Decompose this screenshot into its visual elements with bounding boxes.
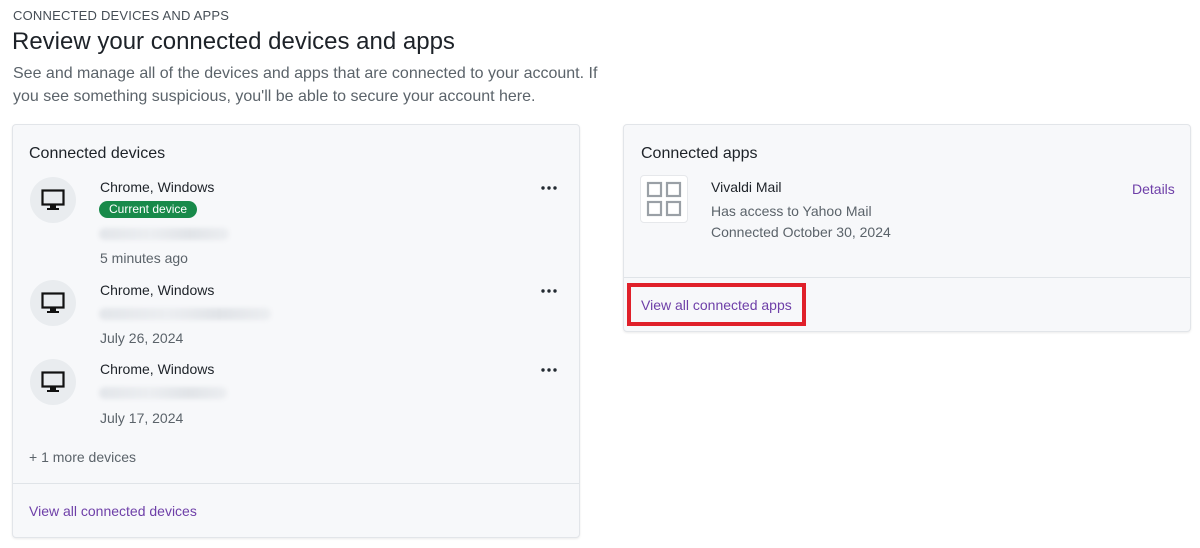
- device-more-button[interactable]: [539, 181, 559, 195]
- device-last-active: 5 minutes ago: [100, 250, 188, 266]
- app-details-link[interactable]: Details: [1132, 181, 1175, 197]
- device-last-active: July 17, 2024: [100, 410, 184, 426]
- page-title: Review your connected devices and apps: [12, 28, 455, 55]
- device-more-button[interactable]: [539, 363, 559, 377]
- devices-card-title: Connected devices: [29, 145, 166, 162]
- more-horizontal-icon: [541, 289, 557, 293]
- device-name: Chrome, Windows: [100, 282, 215, 298]
- device-more-button[interactable]: [539, 284, 559, 298]
- more-horizontal-icon: [541, 186, 557, 190]
- app-grid-icon: [646, 181, 682, 217]
- blurred-location: [99, 228, 229, 240]
- device-icon-wrapper: [30, 177, 76, 223]
- current-device-badge: Current device: [99, 201, 198, 218]
- desktop-icon: [41, 371, 65, 392]
- device-icon-wrapper: [30, 280, 76, 326]
- blurred-location: [99, 387, 227, 399]
- more-horizontal-icon: [541, 368, 557, 372]
- page-description: See and manage all of the devices and ap…: [13, 65, 598, 105]
- highlight-annotation: [627, 283, 806, 326]
- app-name: Vivaldi Mail: [711, 179, 782, 195]
- desktop-icon: [41, 292, 65, 313]
- desktop-icon: [41, 189, 65, 210]
- card-divider: [624, 277, 1190, 278]
- view-all-devices-link[interactable]: View all connected devices: [29, 503, 197, 519]
- device-last-active: July 26, 2024: [100, 330, 184, 346]
- device-icon-wrapper: [30, 359, 76, 405]
- more-devices-count: + 1 more devices: [29, 449, 136, 465]
- device-name: Chrome, Windows: [100, 179, 215, 195]
- connected-devices-card: Connected devices Chrome, Windows Curren…: [12, 124, 580, 538]
- app-logo: [640, 175, 688, 223]
- device-name: Chrome, Windows: [100, 361, 215, 377]
- app-access: Has access to Yahoo Mail: [711, 203, 872, 219]
- card-divider: [13, 483, 579, 484]
- app-connected-date: Connected October 30, 2024: [711, 224, 891, 240]
- section-eyebrow: CONNECTED DEVICES AND APPS: [13, 8, 230, 23]
- apps-card-title: Connected apps: [641, 145, 758, 162]
- blurred-location: [99, 308, 271, 320]
